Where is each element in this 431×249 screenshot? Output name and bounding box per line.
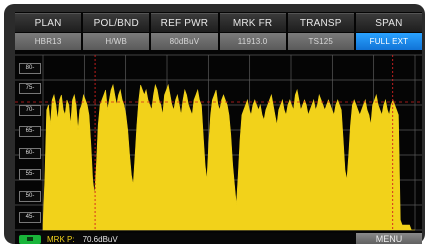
spectrum-plot: 80- 75- 70- 65- 60- 55- 50- 45- xyxy=(15,52,422,232)
marker-freq-key[interactable]: MRK FR xyxy=(219,13,286,32)
scale-label: 60- xyxy=(19,148,41,159)
scale-label: 55- xyxy=(19,169,41,180)
scale-label: 65- xyxy=(19,126,41,137)
span-value[interactable]: FULL EXT xyxy=(355,33,422,50)
transponder-value[interactable]: TS125 xyxy=(287,33,354,50)
function-key-labels: PLAN POL/BND REF PWR MRK FR TRANSP SPAN xyxy=(15,13,422,32)
scale-label: 50- xyxy=(19,191,41,202)
status-bar: MRK P: 70.6dBuV MENU xyxy=(15,233,422,244)
pol-band-value[interactable]: H/WB xyxy=(83,33,150,50)
marker-freq-value[interactable]: 11913.0 xyxy=(219,33,286,50)
transponder-key[interactable]: TRANSP xyxy=(287,13,354,32)
plan-value[interactable]: HBR13 xyxy=(15,33,82,50)
ref-power-value[interactable]: 80dBuV xyxy=(151,33,218,50)
analyzer-screen: PLAN POL/BND REF PWR MRK FR TRANSP SPAN … xyxy=(15,12,422,244)
marker-value: 70.6dBuV xyxy=(82,234,118,244)
ref-power-key[interactable]: REF PWR xyxy=(151,13,218,32)
pol-band-key[interactable]: POL/BND xyxy=(83,13,150,32)
function-key-values: HBR13 H/WB 80dBuV 11913.0 TS125 FULL EXT xyxy=(15,33,422,50)
plan-key[interactable]: PLAN xyxy=(15,13,82,32)
signal-icon xyxy=(27,237,33,241)
marker-label: MRK P: xyxy=(47,234,75,244)
spectrum-chart xyxy=(15,54,422,231)
analyzer-device: PLAN POL/BND REF PWR MRK FR TRANSP SPAN … xyxy=(4,4,425,244)
scale-label: 75- xyxy=(19,83,41,94)
signal-button[interactable] xyxy=(19,234,41,244)
menu-button[interactable]: MENU xyxy=(356,233,422,244)
span-key[interactable]: SPAN xyxy=(355,13,422,32)
scale-label: 70- xyxy=(19,105,41,116)
scale-label: 80- xyxy=(19,63,41,74)
spectrum-trace xyxy=(42,83,415,231)
scale-label: 45- xyxy=(19,212,41,223)
